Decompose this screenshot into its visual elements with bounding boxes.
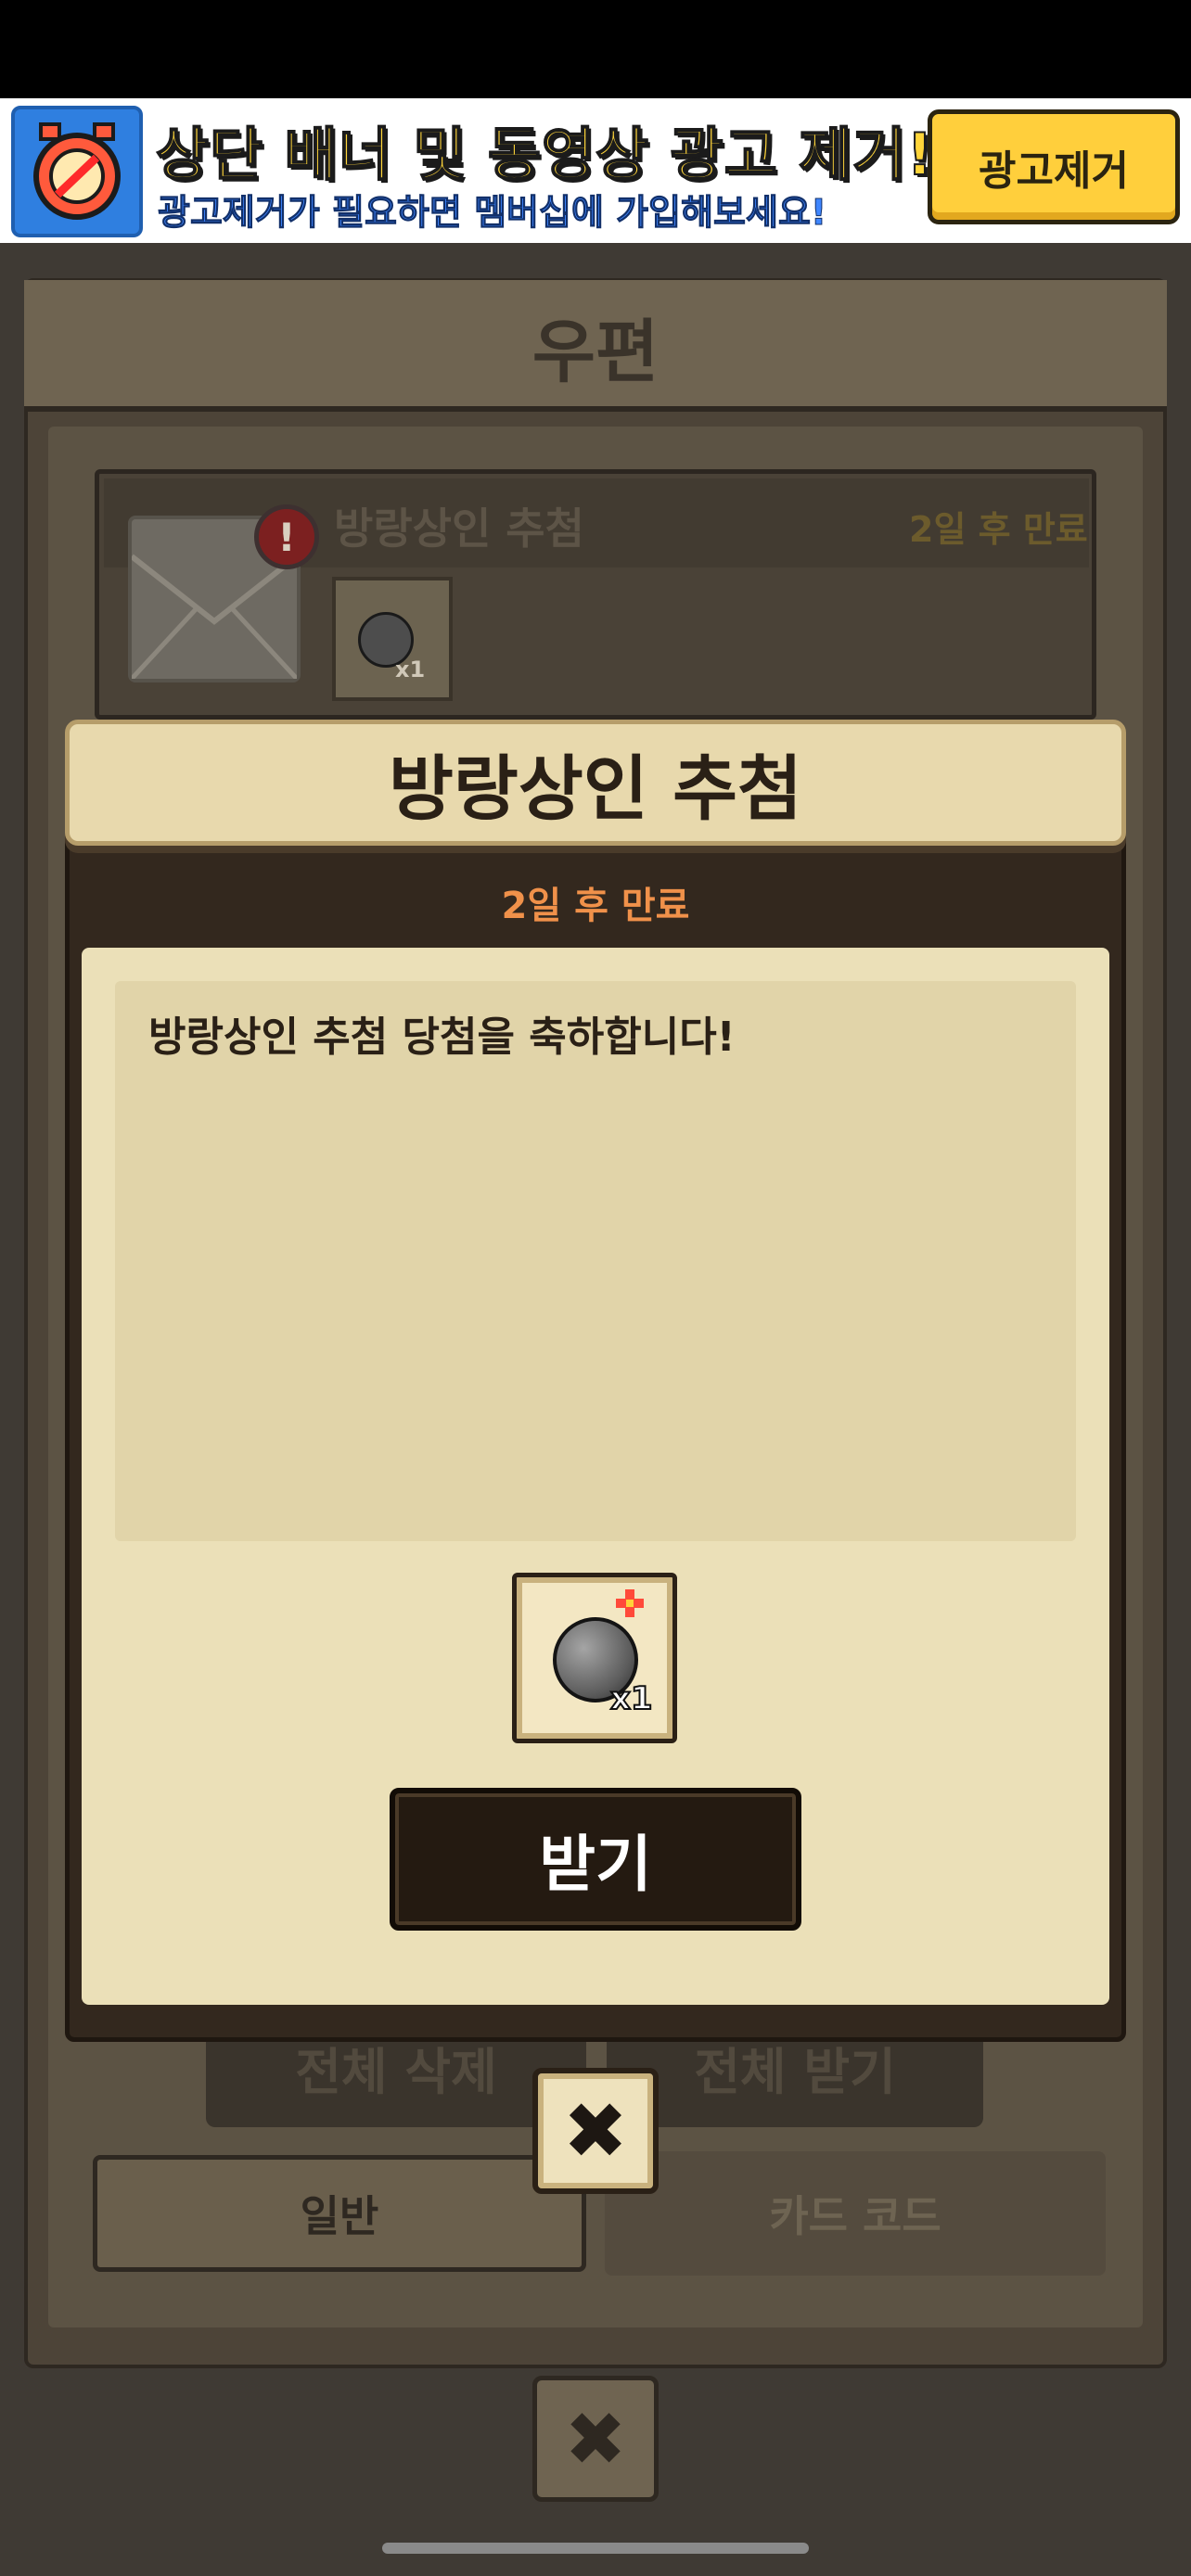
message-text: 방랑상인 추첨 당첨을 축하합니다! (148, 1014, 736, 1061)
modal-close-button[interactable]: ✖ (532, 2068, 659, 2194)
close-icon: ✖ (562, 2085, 629, 2176)
mail-item-reward-qty: x1 (395, 657, 426, 682)
mail-item-reward: x1 (332, 577, 453, 701)
no-ads-alarm-icon (11, 106, 143, 237)
modal-title: 방랑상인 추첨 (389, 747, 802, 830)
home-indicator[interactable] (382, 2543, 809, 2554)
reward-quantity: x1 (609, 1679, 654, 1718)
ad-title: 상단 배너 및 동영상 광고 제거! (155, 120, 934, 189)
mail-item-expire: 2일 후 만료 (909, 509, 1088, 550)
status-bar (0, 0, 1191, 98)
mail-item-title: 방랑상인 추첨 (334, 504, 584, 554)
tab-general[interactable]: 일반 (93, 2155, 586, 2272)
remove-ads-button[interactable]: 광고제거 (928, 109, 1180, 224)
ad-subtitle: 광고제거가 필요하면 멤버십에 가입해보세요! (157, 192, 827, 234)
modal-expire: 2일 후 만료 (501, 885, 690, 927)
close-icon: ✖ (564, 2395, 627, 2482)
mailbox-title: 우편 (531, 312, 660, 392)
receive-button[interactable]: 받기 (390, 1788, 801, 1931)
mailbox-close-button[interactable]: ✖ (532, 2376, 659, 2502)
message-box (115, 981, 1076, 1541)
exclamation-icon: ! (254, 504, 319, 569)
spark-icon (614, 1588, 646, 1619)
tab-card-code[interactable]: 카드 코드 (605, 2151, 1106, 2276)
